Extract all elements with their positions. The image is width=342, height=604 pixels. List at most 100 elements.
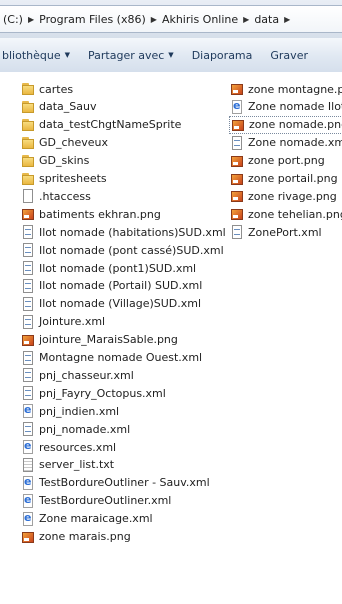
folder-icon: [20, 171, 36, 187]
list-item[interactable]: .htaccess: [20, 187, 225, 205]
list-item-label: TestBordureOutliner - Sauv.xml: [39, 476, 210, 490]
list-item-label: Montagne nomade Ouest.xml: [39, 351, 203, 364]
web-document-icon: [20, 403, 36, 419]
image-file-icon: [229, 171, 245, 187]
list-item[interactable]: Montagne nomade Ouest.xml: [20, 349, 225, 367]
list-item[interactable]: cartes: [20, 80, 225, 98]
folder-icon: [20, 153, 36, 169]
image-file-icon: [20, 332, 36, 348]
list-item[interactable]: batiments ekhran.png: [20, 205, 225, 223]
list-item-label: GD_cheveux: [39, 136, 109, 150]
list-item-label: Ilot nomade (pont cassé)SUD.xml: [39, 243, 224, 257]
list-item[interactable]: Zone maraicage.xml: [20, 510, 225, 528]
xml-file-icon: [20, 421, 36, 437]
list-item[interactable]: data_testChgtNameSprite: [20, 116, 225, 134]
breadcrumb-separator-icon[interactable]: ▶: [282, 15, 292, 24]
xml-file-icon: [229, 135, 245, 151]
breadcrumb-data[interactable]: data: [251, 13, 282, 26]
text-file-icon: [20, 457, 36, 473]
list-item[interactable]: data_Sauv: [20, 98, 225, 116]
list-item-label: Jointure.xml: [39, 315, 106, 329]
list-item-label: GD_skins: [39, 154, 90, 168]
chevron-down-icon: ▼: [64, 51, 70, 59]
list-item[interactable]: zone port.png: [229, 152, 342, 170]
image-file-icon: [229, 188, 245, 204]
list-item-label: cartes: [39, 82, 74, 96]
breadcrumb-separator-icon[interactable]: ▶: [26, 15, 36, 24]
web-document-icon: [229, 99, 245, 115]
list-item-label: Zone nomade Ilot: [248, 100, 342, 114]
list-item[interactable]: ZonePort.xml: [229, 223, 342, 241]
list-item[interactable]: zone montagne.pn: [229, 80, 342, 98]
list-item-label: Ilot nomade (pont1)SUD.xml: [39, 261, 197, 275]
list-item-label: zone rivage.png: [248, 189, 337, 203]
list-item-label: zone montagne.pn: [248, 82, 342, 96]
list-item-label: batiments ekhran.png: [39, 207, 161, 221]
xml-file-icon: [20, 367, 36, 383]
burn-button[interactable]: Graver: [261, 49, 317, 62]
slideshow-button[interactable]: Diaporama: [183, 49, 262, 62]
breadcrumb-separator-icon[interactable]: ▶: [149, 15, 159, 24]
list-item-label: zone port.png: [248, 154, 325, 168]
image-file-icon: [229, 153, 245, 169]
xml-file-icon: [20, 385, 36, 401]
breadcrumb-akhiris-online[interactable]: Akhiris Online: [159, 13, 241, 26]
list-item[interactable]: Ilot nomade (pont1)SUD.xml: [20, 259, 225, 277]
share-with-button[interactable]: Partager avec ▼: [79, 49, 183, 62]
file-list[interactable]: cartes data_Sauv data_testChgtNameSprite GD…: [0, 72, 342, 604]
list-item-label: ZonePort.xml: [248, 225, 322, 239]
list-item[interactable]: GD_cheveux: [20, 134, 225, 152]
xml-file-icon: [229, 224, 245, 240]
list-item[interactable]: Jointure.xml: [20, 313, 225, 331]
list-item[interactable]: zone tehelian.png: [229, 205, 342, 223]
address-bar[interactable]: (C:) ▶ Program Files (x86) ▶ Akhiris Onl…: [0, 5, 342, 33]
breadcrumb-program-files[interactable]: Program Files (x86): [36, 13, 149, 26]
list-item[interactable]: zone nomade.png: [229, 115, 342, 134]
list-item-label: resources.xml: [39, 440, 117, 454]
list-item-label: pnj_indien.xml: [39, 404, 120, 418]
list-item[interactable]: Ilot nomade (pont cassé)SUD.xml: [20, 241, 225, 259]
xml-file-icon: [20, 278, 36, 294]
list-item-label: pnj_Fayry_Octopus.xml: [39, 386, 166, 400]
file-icon: [20, 188, 36, 204]
list-item[interactable]: Ilot nomade (habitations)SUD.xml: [20, 223, 226, 241]
chevron-down-icon: ▼: [168, 51, 174, 59]
xml-file-icon: [20, 296, 36, 312]
list-item-label: zone portail.png: [248, 172, 338, 185]
library-menu-button[interactable]: bliothèque ▼: [0, 49, 79, 62]
list-item-label: zone nomade.png: [249, 118, 342, 132]
list-item[interactable]: Zone nomade Ilot: [229, 98, 342, 116]
list-item[interactable]: zone marais.png: [20, 528, 225, 546]
folder-icon: [20, 99, 36, 115]
list-item[interactable]: pnj_chasseur.xml: [20, 366, 225, 384]
list-item[interactable]: TestBordureOutliner - Sauv.xml: [20, 474, 225, 492]
list-item[interactable]: pnj_indien.xml: [20, 402, 225, 420]
list-item[interactable]: zone rivage.png: [229, 187, 342, 205]
list-item[interactable]: jointure_MaraisSable.png: [20, 331, 225, 349]
web-document-icon: [20, 439, 36, 455]
list-item[interactable]: Ilot nomade (Village)SUD.xml: [20, 295, 225, 313]
list-item[interactable]: spritesheets: [20, 170, 225, 188]
xml-file-icon: [20, 260, 36, 276]
image-file-icon: [229, 81, 245, 97]
breadcrumb-drive[interactable]: (C:): [0, 13, 26, 26]
list-item-label: pnj_chasseur.xml: [39, 368, 134, 382]
list-item[interactable]: pnj_nomade.xml: [20, 420, 225, 438]
library-menu-label: bliothèque: [2, 48, 61, 62]
list-item[interactable]: GD_skins: [20, 152, 225, 170]
list-item[interactable]: Ilot nomade (Portail) SUD.xml: [20, 277, 225, 295]
list-item[interactable]: TestBordureOutliner.xml: [20, 492, 225, 510]
list-item[interactable]: zone portail.png: [229, 170, 342, 188]
breadcrumb-separator-icon[interactable]: ▶: [241, 15, 251, 24]
folder-icon: [20, 81, 36, 97]
list-item-label: jointure_MaraisSable.png: [39, 333, 178, 347]
list-item[interactable]: Zone nomade.xml: [229, 134, 342, 152]
web-document-icon: [20, 475, 36, 491]
folder-icon: [20, 135, 36, 151]
xml-file-icon: [20, 350, 36, 366]
list-item[interactable]: server_list.txt: [20, 456, 225, 474]
list-item-label: pnj_nomade.xml: [39, 422, 131, 436]
list-item[interactable]: resources.xml: [20, 438, 225, 456]
list-item[interactable]: pnj_Fayry_Octopus.xml: [20, 384, 225, 402]
xml-file-icon: [20, 314, 36, 330]
